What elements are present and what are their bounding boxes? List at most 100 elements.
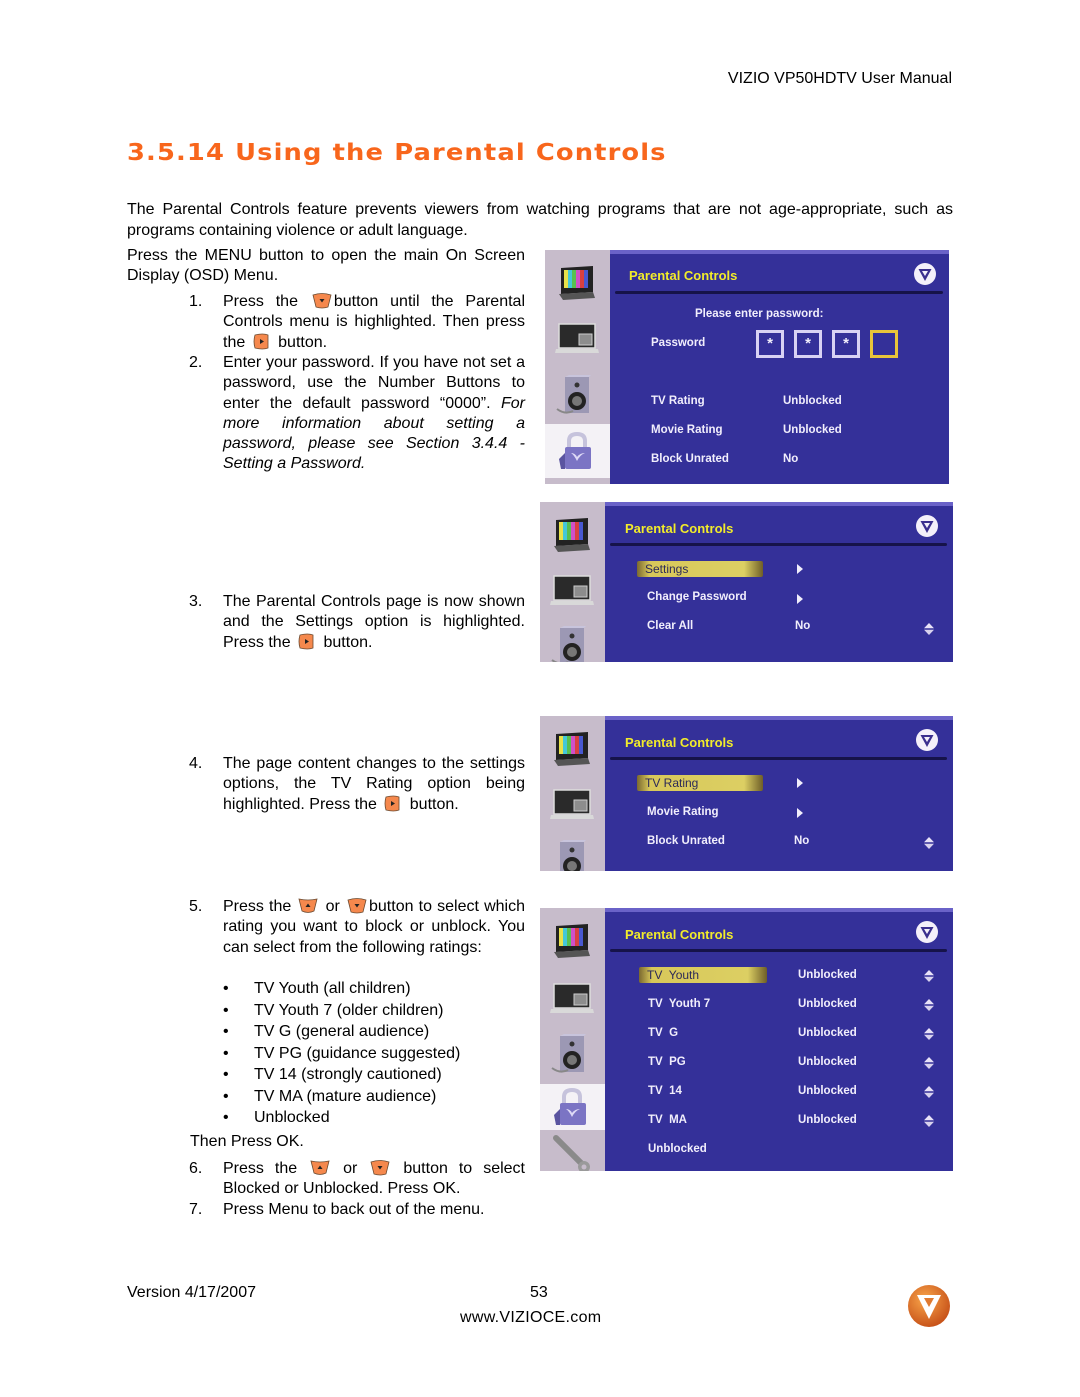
menu-row-value: No: [783, 453, 799, 465]
setup-wrench-icon: [550, 1134, 594, 1171]
website-link[interactable]: www.VIZIOCE.com: [460, 1309, 601, 1327]
password-digit-1[interactable]: *: [756, 330, 784, 358]
up-down-arrows-icon[interactable]: [924, 1086, 934, 1098]
rating-row-label[interactable]: TV PG: [648, 1056, 686, 1068]
vizio-logo-icon: [907, 1284, 951, 1328]
menu-row-tv-rating-highlighted[interactable]: TV Rating: [637, 775, 763, 791]
down-button-icon: [346, 897, 368, 914]
up-button-icon: [297, 897, 319, 914]
audio-speaker-icon: [555, 375, 599, 415]
osd-title: Parental Controls: [629, 268, 738, 283]
step-number: 4.: [189, 755, 203, 772]
rating-bullet: TV Youth 7 (older children): [223, 1000, 460, 1022]
step-2: 2. Enter your password. If you have not …: [189, 354, 525, 473]
osd-screen-settings: Parental Controls Settings Change Passwo…: [540, 502, 953, 662]
rating-bullet: TV MA (mature audience): [223, 1086, 460, 1108]
version-label: Version 4/17/2007: [127, 1284, 256, 1301]
menu-intro: Press the MENU button to open the main O…: [127, 247, 525, 285]
submenu-arrow-icon: [797, 594, 803, 604]
osd-sidebar: [540, 502, 605, 662]
submenu-arrow-icon: [797, 808, 803, 818]
up-down-arrows-icon[interactable]: [924, 837, 934, 849]
rating-bullet: TV 14 (strongly cautioned): [223, 1064, 460, 1086]
intro-paragraph: The Parental Controls feature prevents v…: [127, 201, 953, 239]
pip-icon: [550, 570, 594, 610]
step-number: 5.: [189, 898, 203, 915]
password-digit-2[interactable]: *: [794, 330, 822, 358]
page-number: 53: [530, 1284, 548, 1301]
osd-sidebar: [540, 716, 605, 871]
menu-row-label[interactable]: Movie Rating: [647, 806, 719, 818]
ratings-list: TV Youth (all children) TV Youth 7 (olde…: [223, 978, 460, 1129]
password-digit-3[interactable]: *: [832, 330, 860, 358]
rating-row-label[interactable]: TV MA: [648, 1114, 687, 1126]
rating-row-label[interactable]: TV 14: [648, 1085, 682, 1097]
rating-row-label[interactable]: Unblocked: [648, 1143, 707, 1155]
step-7: 7. Press Menu to back out of the menu.: [189, 1200, 529, 1220]
parental-lock-icon: [540, 1084, 605, 1130]
osd-screen-tv-ratings: Parental Controls TV Youth Unblocked TV …: [540, 908, 953, 1171]
parental-lock-icon: [545, 424, 610, 478]
rating-value: Unblocked: [798, 1027, 857, 1039]
rating-bullet: Unblocked: [223, 1107, 460, 1129]
rating-value: Unblocked: [798, 1085, 857, 1097]
pip-icon: [550, 978, 594, 1018]
menu-row-label[interactable]: Block Unrated: [651, 453, 729, 465]
picture-icon: [550, 728, 594, 768]
menu-row-label[interactable]: Block Unrated: [647, 835, 725, 847]
rating-bullet: TV G (general audience): [223, 1021, 460, 1043]
menu-row-value: No: [795, 620, 811, 632]
password-digit-4[interactable]: [870, 330, 898, 358]
osd-title: Parental Controls: [625, 521, 734, 536]
step-3: 3. The Parental Controls page is now sho…: [189, 593, 525, 651]
osd-screen-password: Parental Controls Please enter password:…: [545, 250, 949, 484]
picture-icon: [550, 920, 594, 960]
rating-row-label[interactable]: TV G: [648, 1027, 678, 1039]
osd-title: Parental Controls: [625, 735, 734, 750]
down-button-icon: [311, 292, 333, 309]
rating-row-tv-youth-highlighted[interactable]: TV Youth: [639, 967, 767, 983]
audio-speaker-icon: [550, 626, 594, 662]
osd-sidebar: [540, 908, 605, 1171]
rating-bullet: TV Youth (all children): [223, 978, 460, 1000]
menu-row-label[interactable]: Movie Rating: [651, 424, 723, 436]
rating-value: Unblocked: [798, 969, 857, 981]
vizio-logo-icon: [913, 262, 937, 286]
up-button-icon: [309, 1159, 331, 1176]
password-prompt: Please enter password:: [695, 308, 824, 320]
menu-row-label[interactable]: Clear All: [647, 620, 693, 632]
osd-sidebar: [545, 250, 610, 484]
rating-bullet: TV PG (guidance suggested): [223, 1043, 460, 1065]
osd-title: Parental Controls: [625, 927, 734, 942]
picture-icon: [555, 262, 599, 302]
vizio-logo-icon: [915, 728, 939, 752]
up-down-arrows-icon[interactable]: [924, 623, 934, 635]
menu-row-value: Unblocked: [783, 424, 842, 436]
osd-screen-rating-options: Parental Controls TV Rating Movie Rating…: [540, 716, 953, 871]
audio-speaker-icon: [550, 840, 594, 871]
step-number: 1.: [189, 293, 203, 310]
submenu-arrow-icon: [797, 564, 803, 574]
password-label: Password: [651, 337, 706, 349]
manual-title: VIZIO VP50HDTV User Manual: [727, 70, 952, 87]
vizio-logo-icon: [915, 514, 939, 538]
vizio-logo-icon: [915, 920, 939, 944]
up-down-arrows-icon[interactable]: [924, 1115, 934, 1127]
step-number: 2.: [189, 354, 203, 371]
step-number: 6.: [189, 1160, 203, 1177]
menu-row-settings-highlighted[interactable]: Settings: [637, 561, 763, 577]
right-button-icon: [296, 633, 318, 650]
down-button-icon: [369, 1159, 391, 1176]
audio-speaker-icon: [550, 1034, 594, 1074]
up-down-arrows-icon[interactable]: [924, 1057, 934, 1069]
up-down-arrows-icon[interactable]: [924, 1028, 934, 1040]
rating-row-label[interactable]: TV Youth 7: [648, 998, 710, 1010]
menu-row-label[interactable]: Change Password: [647, 591, 747, 603]
up-down-arrows-icon[interactable]: [924, 999, 934, 1011]
menu-row-label[interactable]: TV Rating: [651, 395, 705, 407]
menu-row-value: Unblocked: [783, 395, 842, 407]
step-5: 5. Press the or button to select which r…: [189, 897, 525, 956]
up-down-arrows-icon[interactable]: [924, 970, 934, 982]
step-number: 3.: [189, 593, 203, 610]
then-press-ok: Then Press OK.: [190, 1133, 304, 1150]
